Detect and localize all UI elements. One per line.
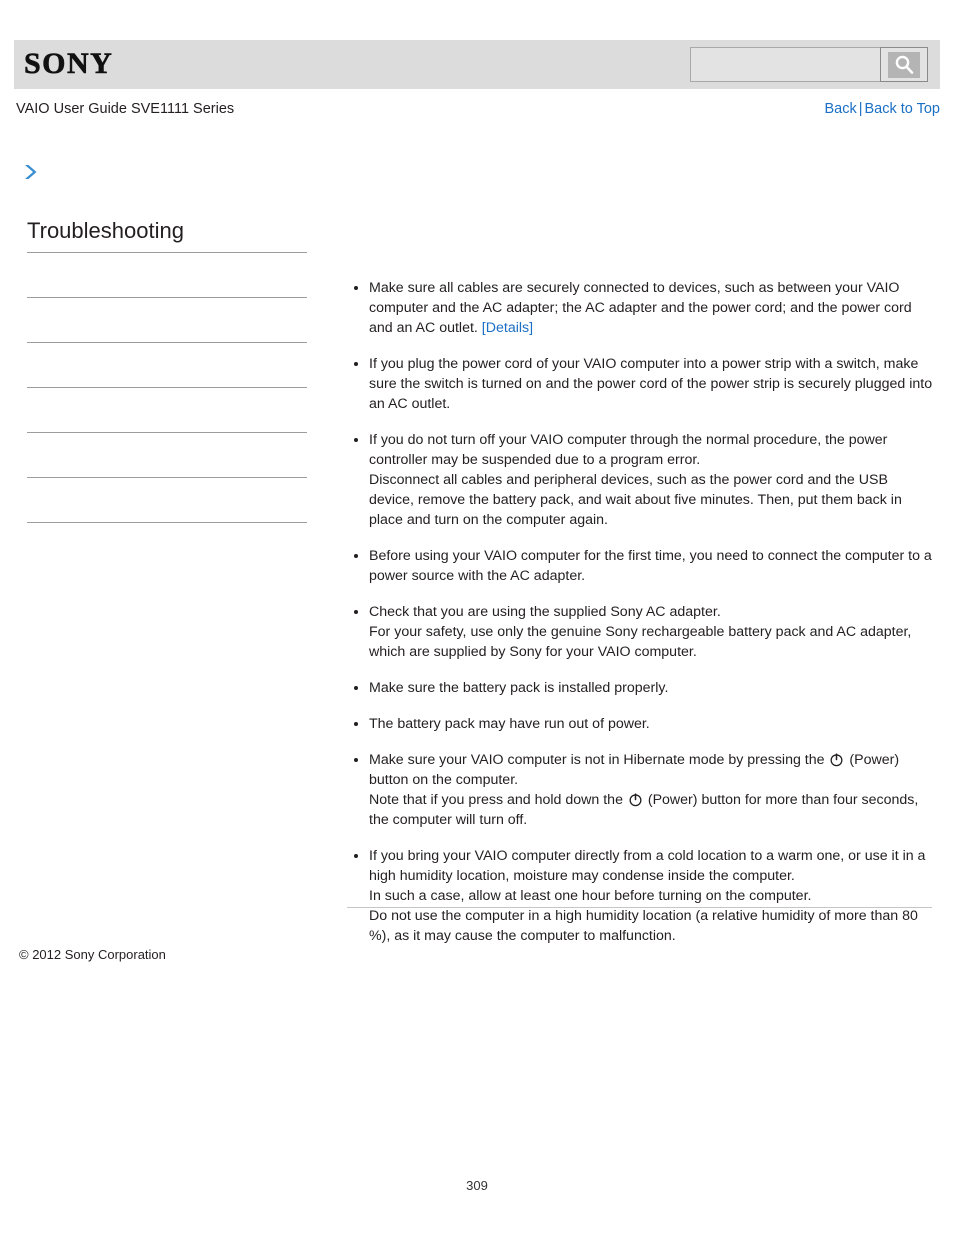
bullet-item: Check that you are using the supplied So… xyxy=(347,602,935,662)
sidebar-item[interactable] xyxy=(27,433,307,478)
bullet-item: Make sure all cables are securely connec… xyxy=(347,278,935,338)
bullet-item: Before using your VAIO computer for the … xyxy=(347,546,935,586)
bullet-item: Make sure the battery pack is installed … xyxy=(347,678,935,698)
bullet-text: Disconnect all cables and peripheral dev… xyxy=(369,472,902,528)
power-icon xyxy=(628,792,643,807)
chevron-right-icon xyxy=(22,162,38,182)
main-content: Make sure all cables are securely connec… xyxy=(347,278,935,946)
troubleshooting-bullet-list: Make sure all cables are securely connec… xyxy=(347,278,935,946)
bullet-text: If you bring your VAIO computer directly… xyxy=(369,848,926,884)
bullet-text: Make sure your VAIO computer is not in H… xyxy=(369,752,829,768)
guide-title: VAIO User Guide SVE1111 Series xyxy=(16,101,235,117)
power-icon xyxy=(829,752,844,767)
subheader: VAIO User Guide SVE1111 Series Back | Back… xyxy=(14,101,940,123)
bullet-text: Before using your VAIO computer for the … xyxy=(369,548,932,584)
sidebar-item[interactable] xyxy=(27,253,307,298)
bullet-item: Make sure your VAIO computer is not in H… xyxy=(347,750,935,830)
search-input[interactable] xyxy=(690,47,880,82)
content-bottom-divider xyxy=(347,907,932,908)
bullet-text: Make sure the battery pack is installed … xyxy=(369,680,669,696)
bullet-item: If you do not turn off your VAIO compute… xyxy=(347,430,935,530)
bullet-item: If you bring your VAIO computer directly… xyxy=(347,846,935,946)
bullet-text: Do not use the computer in a high humidi… xyxy=(369,908,918,944)
details-link[interactable]: [Details] xyxy=(482,320,533,336)
sony-logo: SONY xyxy=(24,47,114,81)
bullet-text: Make sure all cables are securely connec… xyxy=(369,280,912,336)
bullet-text: If you plug the power cord of your VAIO … xyxy=(369,356,933,412)
sidebar-item[interactable] xyxy=(27,343,307,388)
bullet-text: For your safety, use only the genuine So… xyxy=(369,624,912,660)
header-nav-links: Back | Back to Top xyxy=(824,101,940,117)
sidebar: Troubleshooting xyxy=(27,218,307,523)
site-header: SONY xyxy=(14,40,940,89)
bullet-text: Check that you are using the supplied So… xyxy=(369,604,721,620)
bullet-item: The battery pack may have run out of pow… xyxy=(347,714,935,734)
back-to-top-link[interactable]: Back to Top xyxy=(864,101,940,117)
sidebar-item[interactable] xyxy=(27,388,307,433)
breadcrumb xyxy=(22,160,38,184)
sidebar-item[interactable] xyxy=(27,478,307,523)
bullet-text: In such a case, allow at least one hour … xyxy=(369,888,812,904)
search-area xyxy=(690,47,928,82)
copyright-text: © 2012 Sony Corporation xyxy=(19,947,166,962)
page-number: 309 xyxy=(466,1178,488,1193)
bullet-text: The battery pack may have run out of pow… xyxy=(369,716,650,732)
sidebar-item[interactable] xyxy=(27,298,307,343)
bullet-text: Note that if you press and hold down the xyxy=(369,792,627,808)
page-title: Troubleshooting xyxy=(27,218,307,253)
back-link[interactable]: Back xyxy=(824,101,856,117)
bullet-item: If you plug the power cord of your VAIO … xyxy=(347,354,935,414)
search-icon xyxy=(888,51,920,78)
bullet-text: If you do not turn off your VAIO compute… xyxy=(369,432,888,468)
search-button[interactable] xyxy=(880,47,928,82)
